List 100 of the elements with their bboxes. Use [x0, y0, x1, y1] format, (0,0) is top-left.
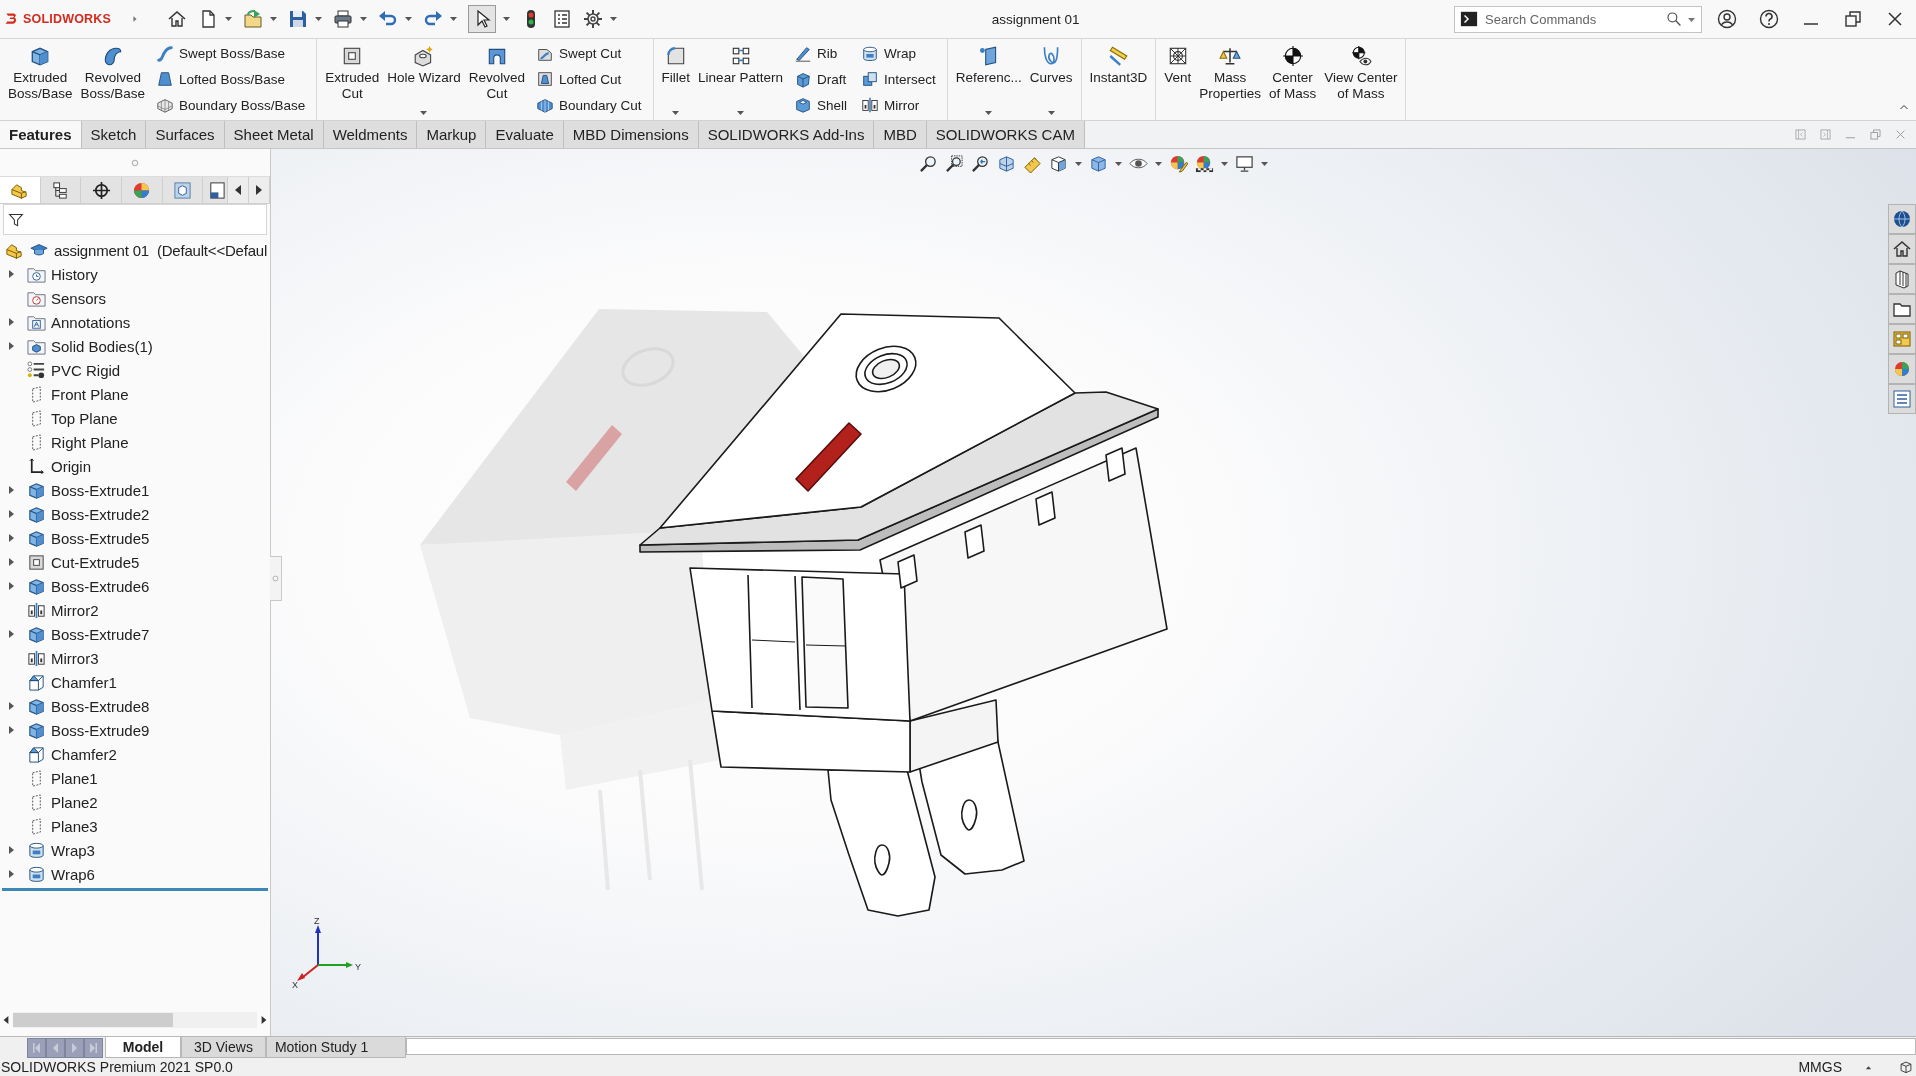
expand-arrow-icon[interactable] [8, 534, 14, 542]
command-button[interactable]: Hole Wizard [383, 39, 465, 120]
expand-arrow-icon[interactable] [8, 510, 14, 518]
command-button[interactable]: Boundary Boss/Base [154, 96, 308, 115]
home-icon[interactable] [1888, 234, 1916, 264]
caret-icon[interactable] [360, 17, 368, 21]
command-tab[interactable]: Weldments [323, 121, 418, 148]
expand-arrow-icon[interactable] [8, 582, 14, 590]
right-triangle-icon[interactable] [260, 1014, 268, 1026]
magnifier-icon[interactable] [919, 154, 938, 173]
bottom-tab[interactable]: Model [105, 1037, 181, 1058]
list-icon[interactable] [1888, 384, 1916, 414]
restore-icon[interactable] [1843, 9, 1863, 29]
expand-arrow-icon[interactable] [8, 846, 14, 854]
previous-icon[interactable] [46, 1037, 65, 1058]
command-button[interactable]: View Center of Mass [1320, 39, 1402, 120]
help-icon[interactable] [1759, 9, 1779, 29]
expand-arrow-icon[interactable] [8, 702, 14, 710]
caret-icon[interactable] [270, 17, 278, 21]
caret-icon[interactable] [1115, 161, 1122, 166]
magnifier-arrow-icon[interactable] [971, 154, 990, 173]
command-button[interactable]: Swept Cut [534, 44, 644, 63]
caret-icon[interactable] [225, 17, 233, 21]
feature-tree-item[interactable]: Boss-Extrude9 [51, 721, 150, 739]
command-tab[interactable]: SOLIDWORKS CAM [926, 121, 1085, 148]
feature-tree-item[interactable]: Sensors [51, 289, 107, 307]
caret-icon[interactable] [405, 17, 413, 21]
units-label[interactable]: MMGS [1798, 1059, 1842, 1075]
home-icon[interactable] [167, 9, 188, 29]
expand-arrow-icon[interactable] [8, 342, 14, 350]
caret-icon[interactable] [420, 111, 428, 115]
caret-icon[interactable] [737, 111, 744, 115]
command-button[interactable]: Lofted Cut [534, 70, 644, 89]
command-tab[interactable]: SOLIDWORKS Add-Ins [698, 121, 875, 148]
command-button[interactable]: Extruded Boss/Base [4, 39, 77, 120]
globe-icon[interactable] [1888, 204, 1916, 234]
caret-icon[interactable] [1047, 111, 1055, 115]
feature-tree-item[interactable]: Boss-Extrude8 [51, 697, 150, 715]
list-document-icon[interactable] [552, 9, 573, 29]
monitor-icon[interactable] [1235, 154, 1254, 173]
feature-tree-item[interactable]: Chamfer1 [51, 673, 117, 691]
feature-tree-item[interactable]: Cut-Extrude5 [51, 553, 140, 571]
command-tab[interactable]: Sheet Metal [224, 121, 324, 148]
skip-last-icon[interactable] [84, 1037, 103, 1058]
scroll-right-button[interactable] [249, 177, 270, 203]
settings-icon[interactable] [583, 9, 604, 29]
expand-arrow-icon[interactable] [8, 870, 14, 878]
caret-icon[interactable] [1075, 161, 1082, 166]
scroll-left-button[interactable] [228, 177, 250, 203]
panel-collapse-handle[interactable] [270, 556, 282, 601]
feature-tree-item[interactable]: Solid Bodies(1) [51, 337, 153, 355]
feature-tree-item[interactable]: Origin [51, 457, 91, 475]
feature-tree-item[interactable]: assignment 01 (Default<<Defaul [54, 241, 268, 259]
folder-icon[interactable] [1888, 294, 1916, 324]
user-icon[interactable] [1717, 9, 1737, 29]
command-button[interactable]: Lofted Boss/Base [154, 70, 308, 89]
expand-arrow-icon[interactable] [8, 630, 14, 638]
command-button[interactable]: Extruded Cut [321, 39, 384, 120]
feature-tree-item[interactable]: Boss-Extrude2 [51, 505, 150, 523]
feature-tree-item[interactable]: Plane3 [51, 817, 98, 835]
feature-tree-item[interactable]: Right Plane [51, 433, 129, 451]
caret-icon[interactable] [1688, 17, 1695, 22]
horizontal-scrollbar[interactable] [13, 1012, 257, 1028]
feature-tree-item[interactable]: Boss-Extrude7 [51, 625, 150, 643]
command-button[interactable]: Linear Pattern [694, 39, 787, 120]
command-tab[interactable]: MBD Dimensions [563, 121, 699, 148]
caret-icon[interactable] [1155, 161, 1162, 166]
sliced-cube-icon[interactable] [997, 154, 1016, 173]
grip-dot-icon[interactable] [131, 158, 139, 167]
command-button[interactable]: Referenc... [951, 39, 1026, 120]
feature-tree-item[interactable]: PVC Rigid [51, 361, 121, 379]
command-tab[interactable]: MBD [874, 121, 927, 148]
collapse-up-icon[interactable] [1898, 102, 1910, 112]
feature-tree-item[interactable]: Plane2 [51, 793, 98, 811]
command-tab[interactable]: Features [0, 121, 82, 148]
ruler-icon[interactable] [1023, 154, 1042, 173]
command-button[interactable]: Draft [791, 70, 849, 89]
palette-grid-icon[interactable] [1888, 324, 1916, 354]
folder-arrow-icon[interactable] [243, 9, 264, 29]
caret-icon[interactable] [315, 17, 323, 21]
command-button[interactable]: Curves [1025, 39, 1077, 120]
color-ball-scene-icon[interactable] [1195, 154, 1214, 173]
caret-icon[interactable] [985, 111, 993, 115]
cube-icon[interactable] [1049, 154, 1068, 173]
caret-icon[interactable] [1261, 161, 1268, 166]
expand-arrow-icon[interactable] [8, 486, 14, 494]
command-button[interactable]: Mirror [858, 96, 938, 115]
caret-icon[interactable] [1221, 161, 1228, 166]
left-triangle-icon[interactable] [2, 1014, 10, 1026]
expand-arrow-icon[interactable] [8, 558, 14, 566]
command-tab[interactable]: Markup [417, 121, 487, 148]
printer-icon[interactable] [333, 9, 354, 29]
bottom-tab[interactable]: Motion Study 1 [265, 1037, 406, 1058]
scrollbar-thumb[interactable] [13, 1013, 173, 1027]
feature-tree-item[interactable]: Wrap3 [51, 841, 95, 859]
feature-tree-item[interactable]: Boss-Extrude5 [51, 529, 150, 547]
command-button[interactable]: Center of Mass [1264, 39, 1321, 120]
feature-tree-item[interactable]: Mirror3 [51, 649, 99, 667]
cube-outline-icon[interactable] [1899, 1060, 1913, 1074]
caret-icon[interactable] [503, 17, 511, 21]
